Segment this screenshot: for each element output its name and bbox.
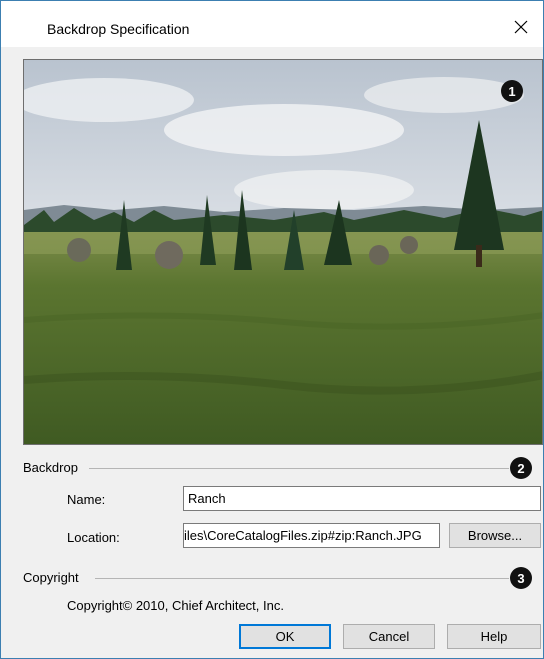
dialog-title: Backdrop Specification bbox=[47, 21, 190, 37]
close-button[interactable] bbox=[499, 9, 543, 45]
copyright-group-divider bbox=[95, 578, 509, 579]
cancel-button[interactable]: Cancel bbox=[343, 624, 435, 649]
name-label: Name: bbox=[67, 492, 106, 507]
ranch-panorama-image bbox=[24, 60, 542, 444]
location-label: Location: bbox=[67, 530, 120, 545]
backdrop-group-divider bbox=[89, 468, 509, 469]
callout-3-badge: 3 bbox=[510, 567, 532, 589]
backdrop-preview-image: 1 bbox=[23, 59, 543, 445]
name-input[interactable]: Ranch bbox=[183, 486, 541, 511]
close-icon bbox=[514, 20, 528, 34]
location-input[interactable]: iles\CoreCatalogFiles.zip#zip:Ranch.JPG bbox=[183, 523, 440, 548]
help-button[interactable]: Help bbox=[447, 624, 541, 649]
callout-1-badge: 1 bbox=[501, 80, 523, 102]
callout-2-badge: 2 bbox=[510, 457, 532, 479]
backdrop-specification-dialog: Backdrop Specification 1 Backdrop 2 Name… bbox=[0, 0, 544, 659]
ok-button[interactable]: OK bbox=[239, 624, 331, 649]
copyright-text: Copyright© 2010, Chief Architect, Inc. bbox=[67, 598, 284, 613]
title-bar: Backdrop Specification bbox=[1, 1, 543, 47]
browse-button[interactable]: Browse... bbox=[449, 523, 541, 548]
copyright-group-label: Copyright bbox=[23, 570, 79, 585]
backdrop-group-label: Backdrop bbox=[23, 460, 78, 475]
